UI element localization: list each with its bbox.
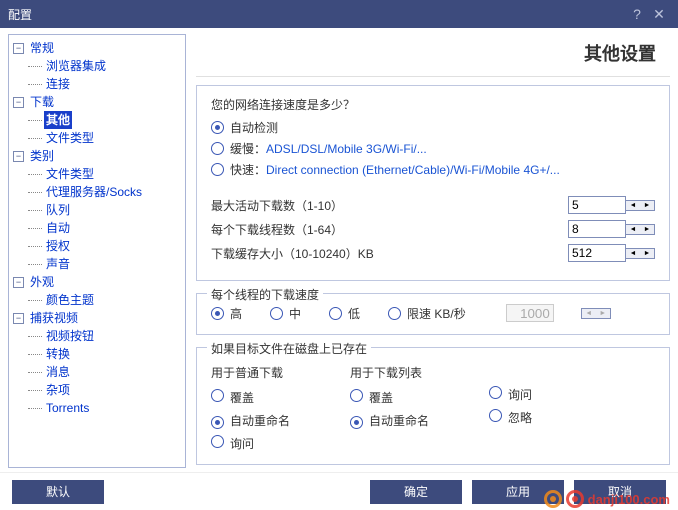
tree-capture[interactable]: −捕获视频 [11, 309, 183, 327]
opt-slow[interactable]: 缓慢：ADSL/DSL/Mobile 3G/Wi-Fi/... [211, 140, 655, 157]
window-title: 配置 [8, 6, 626, 23]
buffer-spinner[interactable]: ◄► [625, 248, 655, 259]
ok-button[interactable]: 确定 [370, 480, 462, 504]
col2-head: 用于下载列表 [350, 364, 429, 381]
group-per-thread-speed: 每个线程的下载速度 高 中 低 限速 KB/秒 ◄► [196, 293, 670, 335]
max-active-input[interactable] [568, 196, 626, 214]
collapse-icon[interactable]: − [13, 277, 24, 288]
normal-ask[interactable]: 询问 [211, 435, 290, 452]
radio-icon[interactable] [211, 142, 224, 155]
spin-left-icon: ◄ [582, 309, 596, 318]
buffer-input[interactable] [568, 244, 626, 262]
radio-icon[interactable] [489, 409, 502, 422]
radio-icon[interactable] [489, 386, 502, 399]
radio-icon[interactable] [211, 435, 224, 448]
tree-torrents[interactable]: Torrents [11, 399, 183, 417]
spin-left-icon[interactable]: ◄ [626, 225, 640, 234]
tree-theme[interactable]: 颜色主题 [11, 291, 183, 309]
threads-spinner[interactable]: ◄► [625, 224, 655, 235]
speed-limit[interactable]: 限速 KB/秒 [388, 305, 466, 322]
tree-message[interactable]: 消息 [11, 363, 183, 381]
content-panel: 其他设置 您的网络连接速度是多少？ 自动检测 缓慢：ADSL/DSL/Mobil… [196, 34, 670, 468]
group-title: 如果目标文件在磁盘上已存在 [207, 340, 371, 357]
speed-low[interactable]: 低 [329, 305, 360, 322]
normal-autorename[interactable]: 自动重命名 [211, 412, 290, 429]
tree-download-filetype[interactable]: 文件类型 [11, 129, 183, 147]
tree-convert[interactable]: 转换 [11, 345, 183, 363]
group-title: 每个线程的下载速度 [207, 286, 323, 303]
tree-cat-proxy[interactable]: 代理服务器/Socks [11, 183, 183, 201]
tree-misc[interactable]: 杂项 [11, 381, 183, 399]
tree-download-other[interactable]: 其他 [11, 111, 183, 129]
tree-cat-sound[interactable]: 声音 [11, 255, 183, 273]
group-connection-speed: 您的网络连接速度是多少？ 自动检测 缓慢：ADSL/DSL/Mobile 3G/… [196, 85, 670, 281]
tree-browser-integration[interactable]: 浏览器集成 [11, 57, 183, 75]
apply-button[interactable]: 应用 [472, 480, 564, 504]
page-title: 其他设置 [196, 34, 670, 77]
max-active-spinner[interactable]: ◄► [625, 200, 655, 211]
radio-icon[interactable] [211, 307, 224, 320]
opt-fast[interactable]: 快速：Direct connection (Ethernet/Cable)/Wi… [211, 161, 655, 178]
close-icon[interactable]: ✕ [648, 3, 670, 25]
footer: 默认 确定 应用 取消 danji100.com [0, 472, 678, 510]
spin-right-icon[interactable]: ► [640, 249, 654, 258]
speed-limit-spinner: ◄► [581, 308, 611, 319]
spin-left-icon[interactable]: ◄ [626, 201, 640, 210]
collapse-icon[interactable]: − [13, 313, 24, 324]
spin-right-icon[interactable]: ► [640, 225, 654, 234]
tree-appearance[interactable]: −外观 [11, 273, 183, 291]
radio-icon[interactable] [350, 416, 363, 429]
collapse-icon[interactable]: − [13, 151, 24, 162]
cancel-button[interactable]: 取消 [574, 480, 666, 504]
tree-cat-auto[interactable]: 自动 [11, 219, 183, 237]
speed-mid[interactable]: 中 [270, 305, 301, 322]
nav-tree: −常规 浏览器集成 连接 −下载 其他 文件类型 −类别 文件类型 代理服务器/… [8, 34, 186, 468]
radio-icon[interactable] [211, 163, 224, 176]
tree-connection[interactable]: 连接 [11, 75, 183, 93]
buffer-label: 下载缓存大小（10-10240）KB [211, 245, 568, 262]
tree-cat-filetype[interactable]: 文件类型 [11, 165, 183, 183]
help-icon[interactable]: ? [626, 3, 648, 25]
default-button[interactable]: 默认 [12, 480, 104, 504]
max-active-label: 最大活动下载数（1-10） [211, 197, 568, 214]
speed-question: 您的网络连接速度是多少？ [211, 96, 655, 113]
group-file-exists: 如果目标文件在磁盘上已存在 用于普通下载 覆盖 自动重命名 询问 用于下载列表 … [196, 347, 670, 465]
list-ignore[interactable]: 忽略 [489, 409, 532, 426]
tree-download[interactable]: −下载 [11, 93, 183, 111]
col1-head: 用于普通下载 [211, 364, 290, 381]
speed-limit-input [506, 304, 554, 322]
collapse-icon[interactable]: − [13, 97, 24, 108]
radio-icon[interactable] [350, 389, 363, 402]
titlebar: 配置 ? ✕ [0, 0, 678, 28]
collapse-icon[interactable]: − [13, 43, 24, 54]
radio-icon[interactable] [270, 307, 283, 320]
tree-videobtn[interactable]: 视频按钮 [11, 327, 183, 345]
radio-icon[interactable] [211, 389, 224, 402]
opt-auto-detect[interactable]: 自动检测 [211, 119, 655, 136]
radio-icon[interactable] [211, 121, 224, 134]
threads-input[interactable] [568, 220, 626, 238]
tree-category[interactable]: −类别 [11, 147, 183, 165]
list-autorename[interactable]: 自动重命名 [350, 412, 429, 429]
speed-high[interactable]: 高 [211, 305, 242, 322]
tree-general[interactable]: −常规 [11, 39, 183, 57]
radio-icon[interactable] [388, 307, 401, 320]
radio-icon[interactable] [211, 416, 224, 429]
normal-overwrite[interactable]: 覆盖 [211, 389, 290, 406]
spin-right-icon: ► [596, 309, 610, 318]
list-ask[interactable]: 询问 [489, 386, 532, 403]
spin-right-icon[interactable]: ► [640, 201, 654, 210]
tree-cat-auth[interactable]: 授权 [11, 237, 183, 255]
tree-cat-queue[interactable]: 队列 [11, 201, 183, 219]
spin-left-icon[interactable]: ◄ [626, 249, 640, 258]
threads-label: 每个下载线程数（1-64） [211, 221, 568, 238]
radio-icon[interactable] [329, 307, 342, 320]
list-overwrite[interactable]: 覆盖 [350, 389, 429, 406]
